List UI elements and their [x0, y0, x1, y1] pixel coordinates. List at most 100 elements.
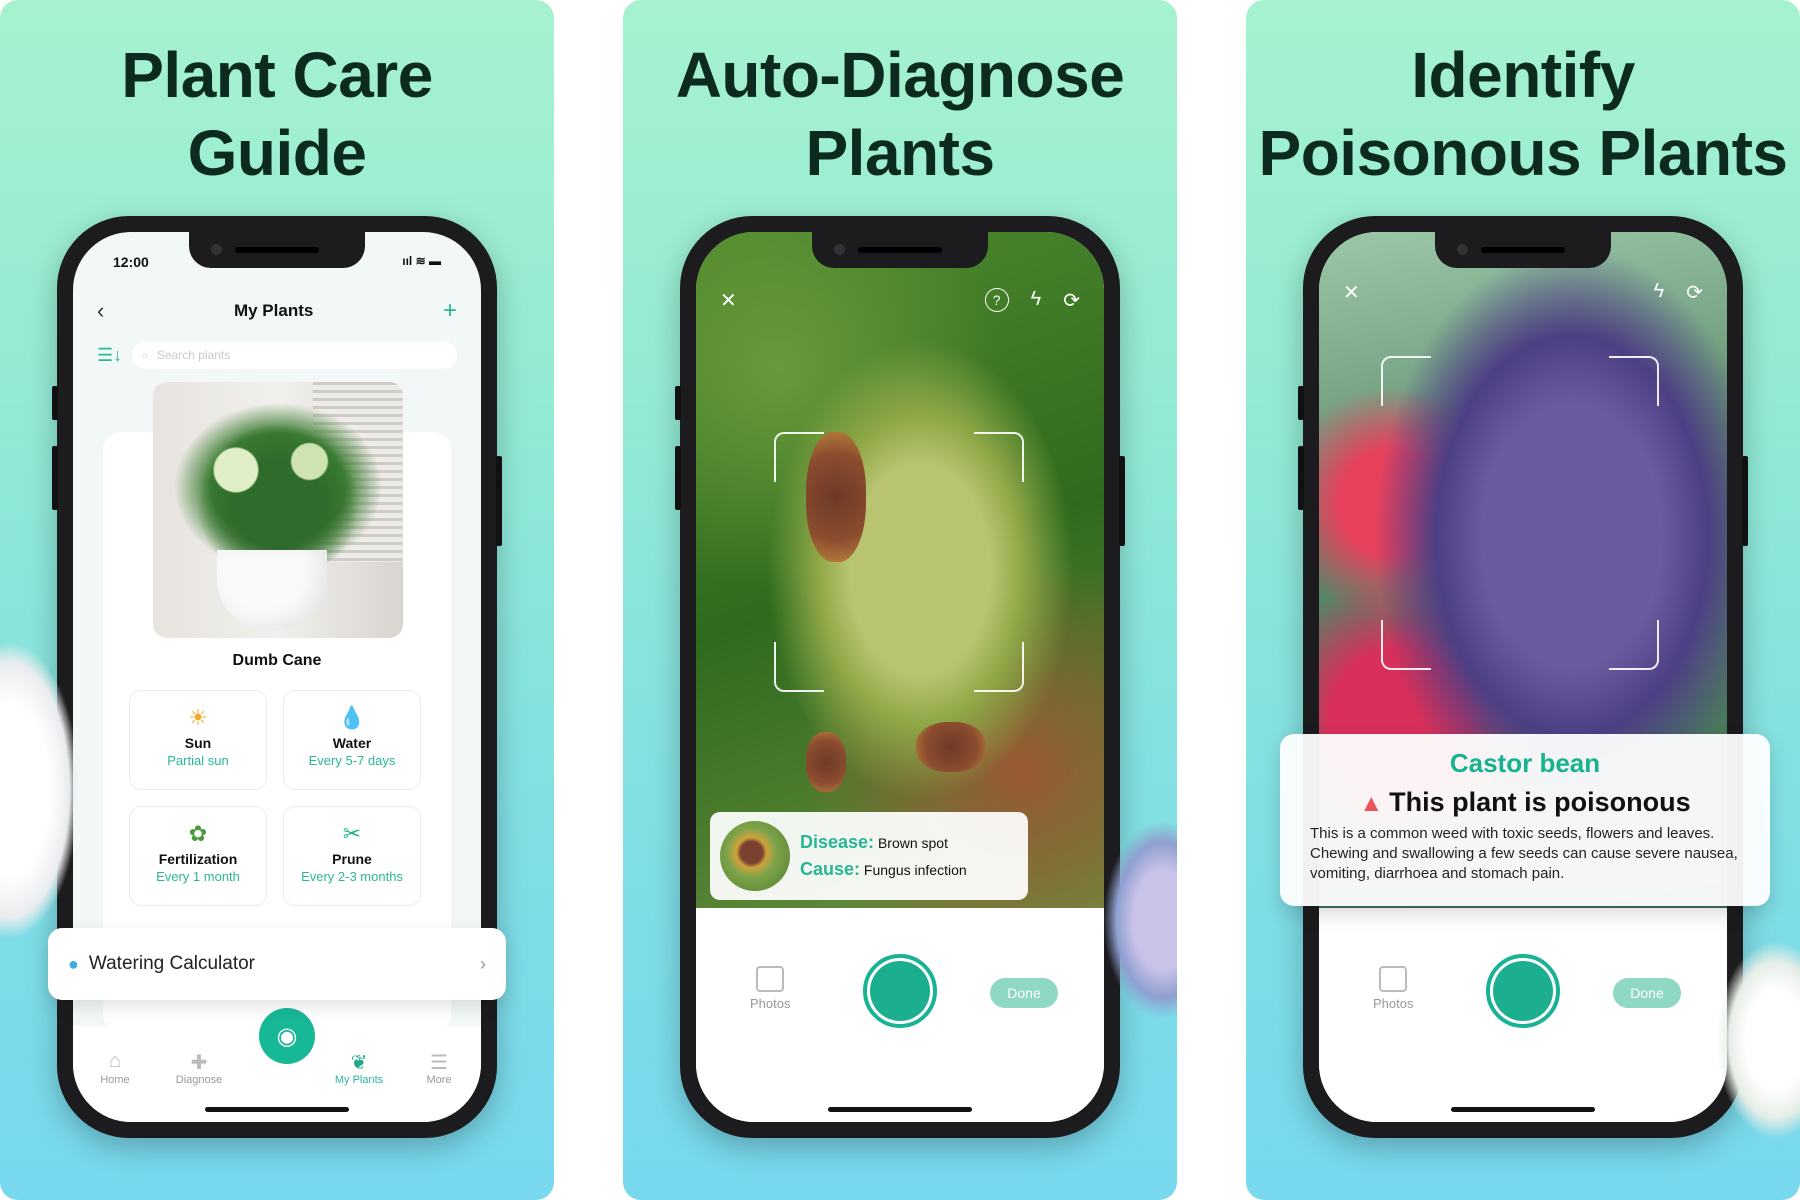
care-tile-fertilization[interactable]: ✿ Fertilization Every 1 month	[129, 806, 267, 906]
image-icon	[1379, 966, 1408, 992]
headline: Plant Care Guide	[0, 36, 554, 192]
headline-line-2: Guide	[187, 117, 367, 189]
scan-frame-corner	[774, 642, 824, 692]
headline-line-2: Poisonous Plants	[1258, 117, 1788, 189]
photos-button[interactable]: Photos	[750, 966, 790, 1011]
headline-line-1: Auto-Diagnose	[675, 39, 1125, 111]
nav-bar: ‹ My Plants +	[97, 296, 457, 326]
phone-screen: ✕ ? ϟ ⟳ Disease: Brown spot Cause: Fungu…	[696, 232, 1104, 1122]
help-icon[interactable]: ?	[984, 288, 1009, 312]
sprout-icon: ❦	[350, 1052, 368, 1074]
back-icon[interactable]: ‹	[97, 298, 104, 324]
care-tile-sun[interactable]: ☀ Sun Partial sun	[129, 690, 267, 790]
poison-description: This is a common weed with toxic seeds, …	[1310, 825, 1738, 882]
disease-value: Brown spot	[877, 835, 948, 851]
photos-label: Photos	[1373, 996, 1414, 1011]
tab-label: Home	[100, 1074, 130, 1086]
flip-camera-icon[interactable]: ⟳	[1063, 288, 1080, 313]
tab-label: More	[426, 1074, 452, 1086]
headline: Identify Poisonous Plants	[1246, 36, 1800, 192]
image-icon	[756, 966, 785, 992]
tab-my-plants[interactable]: ❦ My Plants	[329, 1050, 389, 1086]
search-icon: ⌕	[142, 347, 149, 362]
scan-frame-corner	[1609, 356, 1659, 406]
cause-label: Cause:	[800, 859, 861, 879]
care-tile-value: Every 1 month	[156, 869, 240, 884]
watering-calculator-button[interactable]: ● Watering Calculator ›	[48, 928, 506, 1000]
camera-toolbar: ✕ ϟ ⟳	[1343, 280, 1703, 305]
scan-frame-corner	[974, 642, 1024, 692]
scan-frame-corner	[974, 432, 1024, 482]
status-icons: ııl ≋ ▬	[402, 254, 441, 268]
plant-name: Castor bean	[1449, 748, 1601, 778]
panel-auto-diagnose: Auto-Diagnose Plants ✕ ? ϟ ⟳ Disease: Br…	[623, 0, 1177, 1200]
care-tile-title: Sun	[184, 735, 212, 751]
search-input[interactable]: ⌕ Search plants	[132, 341, 457, 369]
camera-icon: ◉	[276, 1022, 298, 1050]
panel-plant-care-guide: Plant Care Guide 12:00 ııl ≋ ▬ ‹ My Plan…	[0, 0, 554, 1200]
fertilizer-icon: ✿	[188, 821, 208, 846]
camera-viewfinder[interactable]	[696, 232, 1104, 908]
scan-frame-corner	[1381, 356, 1431, 406]
diagnosis-card[interactable]: Disease: Brown spot Cause: Fungus infect…	[710, 812, 1028, 900]
done-button[interactable]: Done	[1613, 978, 1681, 1008]
home-icon: ⌂	[108, 1050, 122, 1072]
water-drop-icon: 💧	[338, 705, 366, 730]
tab-diagnose[interactable]: ✚ Diagnose	[169, 1050, 229, 1086]
tab-home[interactable]: ⌂ Home	[85, 1050, 145, 1086]
camera-controls: Photos Done	[696, 908, 1104, 1122]
scan-frame-corner	[1381, 620, 1431, 670]
care-tile-value: Partial sun	[167, 753, 229, 768]
headline-line-1: Plant Care	[121, 39, 433, 111]
camera-button[interactable]: ◉	[259, 1008, 315, 1064]
care-tile-title: Prune	[332, 851, 372, 867]
scan-frame-corner	[774, 432, 824, 482]
chevron-right-icon: ›	[480, 953, 486, 974]
scissors-icon: ✂	[342, 821, 362, 846]
phone-mockup: ✕ ϟ ⟳ Photos Done	[1298, 216, 1748, 1138]
watering-calculator-label: Watering Calculator	[88, 953, 256, 974]
plant-name: Dumb Cane	[232, 652, 322, 669]
search-row: ☰↓ ⌕ Search plants	[97, 340, 457, 370]
camera-controls: Photos Done	[1319, 908, 1727, 1122]
status-time: 12:00	[113, 254, 149, 270]
care-tile-prune[interactable]: ✂ Prune Every 2-3 months	[283, 806, 421, 906]
phone-mockup: ✕ ? ϟ ⟳ Disease: Brown spot Cause: Fungu…	[675, 216, 1125, 1138]
sun-icon: ☀	[188, 705, 208, 730]
headline-line-2: Plants	[805, 117, 995, 189]
care-tile-water[interactable]: 💧 Water Every 5-7 days	[283, 690, 421, 790]
list-icon: ☰	[430, 1052, 448, 1074]
home-indicator	[1451, 1107, 1595, 1112]
close-icon[interactable]: ✕	[1343, 280, 1360, 305]
flip-camera-icon[interactable]: ⟳	[1686, 280, 1703, 305]
disease-label: Disease:	[800, 832, 875, 852]
close-icon[interactable]: ✕	[720, 288, 737, 313]
flash-icon[interactable]: ϟ	[1654, 280, 1665, 305]
tab-label: Diagnose	[175, 1074, 223, 1086]
tab-more[interactable]: ☰ More	[409, 1050, 469, 1086]
page-title: My Plants	[233, 301, 314, 320]
diagnosis-thumbnail	[720, 821, 790, 891]
photos-button[interactable]: Photos	[1373, 966, 1413, 1011]
panel-identify-poisonous: Identify Poisonous Plants ✕ ϟ ⟳ Photos D…	[1246, 0, 1800, 1200]
care-tile-value: Every 5-7 days	[308, 753, 396, 768]
scan-frame-corner	[1609, 620, 1659, 670]
flash-icon[interactable]: ϟ	[1031, 288, 1042, 313]
home-indicator	[205, 1107, 349, 1112]
photos-label: Photos	[750, 996, 791, 1011]
medical-kit-icon: ✚	[190, 1052, 208, 1074]
shutter-button[interactable]	[1486, 954, 1560, 1028]
home-indicator	[828, 1107, 972, 1112]
care-tile-title: Water	[332, 735, 372, 751]
sort-icon[interactable]: ☰↓	[97, 345, 122, 366]
add-plant-icon[interactable]: +	[443, 297, 457, 325]
warning-icon: ▲	[1359, 790, 1384, 817]
care-tile-title: Fertilization	[158, 851, 238, 867]
warning-title: This plant is poisonous	[1389, 787, 1691, 817]
plant-photo	[153, 382, 403, 638]
camera-toolbar: ✕ ? ϟ ⟳	[720, 288, 1080, 313]
shutter-button[interactable]	[863, 954, 937, 1028]
water-drop-icon: ●	[68, 953, 79, 974]
done-button[interactable]: Done	[990, 978, 1058, 1008]
poison-result-card[interactable]: Castor bean ▲ This plant is poisonous Thi…	[1280, 734, 1770, 906]
